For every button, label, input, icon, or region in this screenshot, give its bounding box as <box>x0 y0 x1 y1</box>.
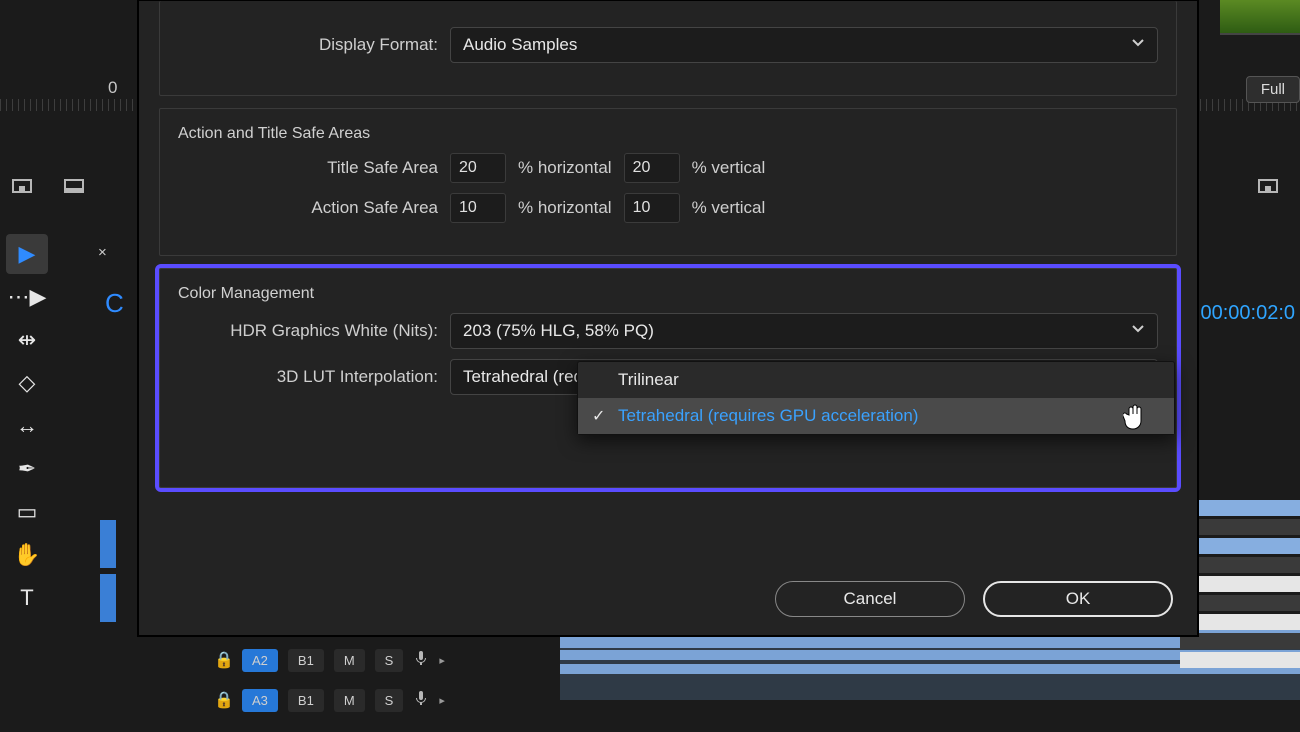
pct-horizontal-label: % horizontal <box>518 198 612 218</box>
safe-areas-section: Action and Title Safe Areas Title Safe A… <box>159 108 1177 256</box>
cancel-button[interactable]: Cancel <box>775 581 965 617</box>
chevron-down-icon <box>1131 35 1145 55</box>
display-format-value: Audio Samples <box>463 35 577 55</box>
chevron-down-icon <box>1131 321 1145 341</box>
lut-interpolation-dropdown[interactable]: Trilinear ✓ Tetrahedral (requires GPU acce… <box>577 361 1175 435</box>
lut-option-label: Trilinear <box>618 370 679 390</box>
title-safe-v-input[interactable]: 20 <box>624 153 680 183</box>
rectangle-tool[interactable]: ▭ <box>6 492 48 532</box>
action-safe-label: Action Safe Area <box>178 198 438 218</box>
track-toggle[interactable]: S <box>375 689 404 712</box>
check-icon: ✓ <box>592 406 605 426</box>
timecode-readout: 00:00:02:0 <box>1200 302 1295 325</box>
hdr-white-label: HDR Graphics White (Nits): <box>178 321 438 341</box>
right-bg-icons <box>1256 174 1280 198</box>
hand-cursor-icon <box>1123 403 1145 431</box>
hdr-white-value: 203 (75% HLG, 58% PQ) <box>463 321 654 341</box>
full-button[interactable]: Full <box>1246 76 1300 103</box>
hdr-white-select[interactable]: 203 (75% HLG, 58% PQ) <box>450 313 1158 349</box>
pct-horizontal-label: % horizontal <box>518 158 612 178</box>
lut-option[interactable]: Trilinear <box>578 362 1174 398</box>
sequence-settings-dialog: Display Format: Audio Samples Action and… <box>138 0 1198 636</box>
razor-tool[interactable]: ◇ <box>6 363 48 403</box>
action-safe-v-input[interactable]: 10 <box>624 193 680 223</box>
selection-tool[interactable]: ▶ <box>6 234 48 274</box>
hand-tool[interactable]: ✋ <box>6 535 48 575</box>
left-bg-icons <box>10 174 86 198</box>
panel-close-icon[interactable]: × <box>98 244 107 261</box>
timeline-right-stack <box>1180 500 1300 671</box>
color-management-legend: Color Management <box>178 285 314 302</box>
display-format-label: Display Format: <box>178 35 438 55</box>
mic-icon[interactable] <box>413 650 429 671</box>
timeline-clip[interactable] <box>100 574 116 622</box>
lock-icon[interactable]: 🔒 <box>214 650 232 670</box>
lut-option[interactable]: ✓ Tetrahedral (requires GPU acceleration) <box>578 398 1174 434</box>
pct-vertical-label: % vertical <box>692 198 766 218</box>
display-format-select[interactable]: Audio Samples <box>450 27 1158 63</box>
expand-icon[interactable]: ▸ <box>439 654 445 667</box>
type-tool[interactable]: T <box>6 578 48 618</box>
track-chip[interactable]: A2 <box>242 649 278 672</box>
action-safe-h-input[interactable]: 10 <box>450 193 506 223</box>
mic-icon[interactable] <box>413 690 429 711</box>
pct-vertical-label: % vertical <box>692 158 766 178</box>
expand-icon[interactable]: ▸ <box>439 694 445 707</box>
pen-tool[interactable]: ✒ <box>6 449 48 489</box>
safe-areas-legend: Action and Title Safe Areas <box>178 125 370 142</box>
viewer-thumbnail <box>1220 0 1300 35</box>
slip-tool[interactable]: ↔ <box>6 406 48 446</box>
track-toggle[interactable]: S <box>375 649 404 672</box>
title-safe-h-input[interactable]: 20 <box>450 153 506 183</box>
track-chip[interactable]: A3 <box>242 689 278 712</box>
panel-letter: C <box>105 288 124 319</box>
ok-button[interactable]: OK <box>983 581 1173 617</box>
lut-option-label: Tetrahedral (requires GPU acceleration) <box>618 406 918 426</box>
track-toggle[interactable]: B1 <box>288 689 324 712</box>
ruler-value: 0 <box>108 78 117 98</box>
ripple-edit-tool[interactable]: ⇹ <box>6 320 48 360</box>
track-toggle[interactable]: M <box>334 649 365 672</box>
title-safe-label: Title Safe Area <box>178 158 438 178</box>
track-toggle[interactable]: M <box>334 689 365 712</box>
track-select-tool[interactable]: ⋯▶ <box>6 277 48 317</box>
display-format-section: Display Format: Audio Samples <box>159 1 1177 96</box>
dialog-button-row: Cancel OK <box>775 581 1173 617</box>
tool-toolbar: ▶⋯▶⇹◇↔✒▭✋T <box>0 232 54 732</box>
lut-interpolation-label: 3D LUT Interpolation: <box>178 367 438 387</box>
timeline-clip[interactable] <box>100 520 116 568</box>
track-toggle[interactable]: B1 <box>288 649 324 672</box>
lock-icon[interactable]: 🔒 <box>214 690 232 710</box>
